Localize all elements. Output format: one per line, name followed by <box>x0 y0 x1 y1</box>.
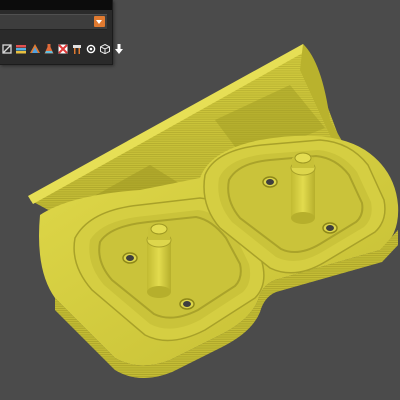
view-mode-dropdown[interactable] <box>0 14 107 30</box>
cube-icon[interactable] <box>98 41 112 57</box>
view-toolbar <box>0 40 123 58</box>
layer-color-icon[interactable] <box>14 41 28 57</box>
view-settings-panel <box>0 0 123 65</box>
download-arrow-icon[interactable] <box>112 41 126 57</box>
error-marker-icon[interactable] <box>56 41 70 57</box>
left-peg <box>146 223 172 298</box>
object-color-icon[interactable] <box>28 41 42 57</box>
right-peg <box>290 152 316 224</box>
support-icon[interactable] <box>70 41 84 57</box>
chevron-down-icon[interactable] <box>94 16 105 27</box>
panel-header-bar <box>0 0 112 10</box>
cut-view-icon[interactable] <box>0 41 14 57</box>
flask-icon[interactable] <box>42 41 56 57</box>
orbit-icon[interactable] <box>84 41 98 57</box>
